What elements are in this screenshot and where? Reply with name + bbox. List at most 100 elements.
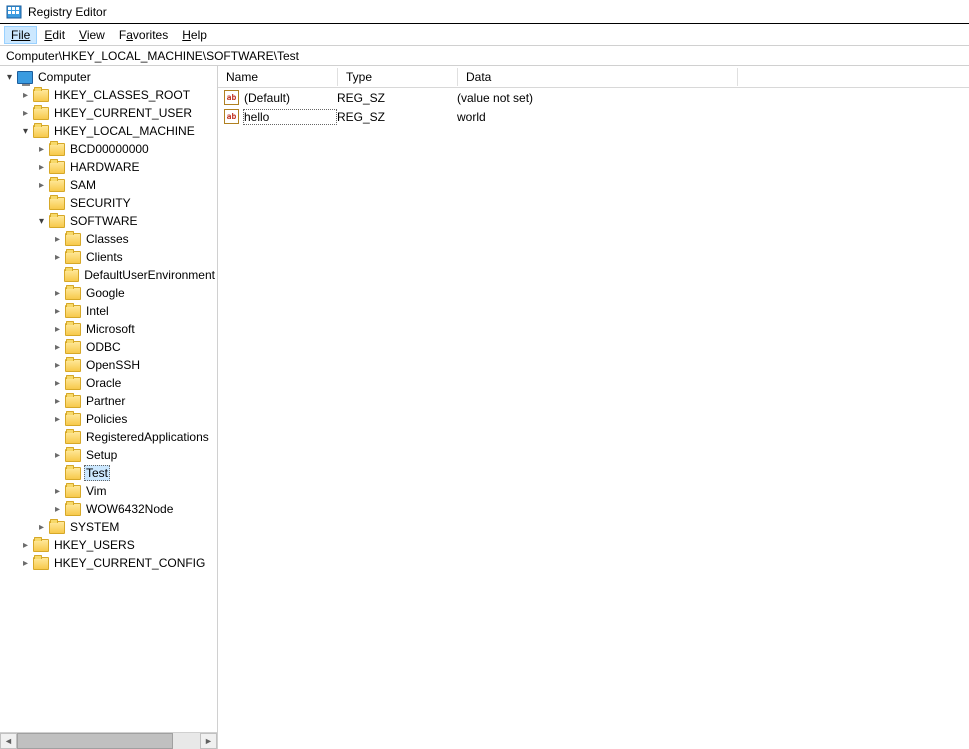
- tree-item-label: BCD00000000: [68, 142, 151, 156]
- folder-icon: [65, 359, 81, 372]
- tree-item[interactable]: HKEY_CURRENT_CONFIG: [0, 554, 217, 572]
- expand-icon[interactable]: [20, 90, 31, 101]
- tree-item[interactable]: Computer: [0, 68, 217, 86]
- string-value-icon: ab: [224, 90, 239, 105]
- tree-item-label: Test: [84, 465, 110, 481]
- expand-icon[interactable]: [52, 450, 63, 461]
- registry-tree[interactable]: Computer HKEY_CLASSES_ROOT HKEY_CURRENT_US…: [0, 66, 217, 732]
- tree-item[interactable]: HKEY_USERS: [0, 536, 217, 554]
- column-header-data[interactable]: Data: [458, 68, 738, 86]
- tree-item[interactable]: WOW6432Node: [0, 500, 217, 518]
- expand-icon[interactable]: [52, 360, 63, 371]
- tree-item[interactable]: HARDWARE: [0, 158, 217, 176]
- value-row[interactable]: abhelloREG_SZworld: [218, 107, 969, 126]
- tree-item[interactable]: HKEY_LOCAL_MACHINE: [0, 122, 217, 140]
- expand-icon[interactable]: [20, 108, 31, 119]
- column-header-name[interactable]: Name: [218, 68, 338, 86]
- expand-icon[interactable]: [52, 342, 63, 353]
- scroll-thumb[interactable]: [17, 733, 173, 749]
- string-value-icon: ab: [224, 109, 239, 124]
- tree-item[interactable]: SECURITY: [0, 194, 217, 212]
- collapse-icon[interactable]: [20, 126, 31, 137]
- tree-item[interactable]: BCD00000000: [0, 140, 217, 158]
- menu-view[interactable]: View: [72, 26, 112, 44]
- tree-item-label: Setup: [84, 448, 119, 462]
- tree-item-label: Intel: [84, 304, 111, 318]
- scroll-right-button[interactable]: ►: [200, 733, 217, 749]
- value-name: hello: [243, 109, 337, 125]
- menu-edit[interactable]: Edit: [37, 26, 72, 44]
- expand-icon[interactable]: [52, 234, 63, 245]
- folder-icon: [64, 269, 80, 282]
- tree-item[interactable]: Setup: [0, 446, 217, 464]
- folder-icon: [65, 323, 81, 336]
- expand-icon[interactable]: [52, 378, 63, 389]
- expand-icon[interactable]: [20, 558, 31, 569]
- expand-icon[interactable]: [52, 324, 63, 335]
- expand-icon[interactable]: [52, 252, 63, 263]
- folder-icon: [65, 503, 81, 516]
- scroll-track[interactable]: [17, 733, 200, 749]
- folder-icon: [49, 179, 65, 192]
- folder-icon: [33, 557, 49, 570]
- expand-icon[interactable]: [52, 414, 63, 425]
- expand-icon[interactable]: [52, 396, 63, 407]
- tree-item[interactable]: Clients: [0, 248, 217, 266]
- collapse-icon[interactable]: [36, 216, 47, 227]
- tree-item[interactable]: SYSTEM: [0, 518, 217, 536]
- tree-item[interactable]: HKEY_CLASSES_ROOT: [0, 86, 217, 104]
- value-row[interactable]: ab(Default)REG_SZ(value not set): [218, 88, 969, 107]
- tree-item[interactable]: Vim: [0, 482, 217, 500]
- tree-item[interactable]: SOFTWARE: [0, 212, 217, 230]
- expand-icon[interactable]: [36, 144, 47, 155]
- tree-item[interactable]: Intel: [0, 302, 217, 320]
- expand-icon[interactable]: [36, 522, 47, 533]
- expand-icon[interactable]: [52, 486, 63, 497]
- tree-item-label: HKEY_USERS: [52, 538, 137, 552]
- tree-item[interactable]: Policies: [0, 410, 217, 428]
- tree-item[interactable]: DefaultUserEnvironment: [0, 266, 217, 284]
- menu-help[interactable]: Help: [175, 26, 214, 44]
- expand-icon[interactable]: [52, 288, 63, 299]
- title-bar: Registry Editor: [0, 0, 969, 24]
- collapse-icon[interactable]: [4, 72, 15, 83]
- folder-icon: [65, 287, 81, 300]
- expand-icon[interactable]: [36, 162, 47, 173]
- values-list[interactable]: ab(Default)REG_SZ(value not set)abhelloR…: [218, 88, 969, 749]
- address-bar[interactable]: Computer\HKEY_LOCAL_MACHINE\SOFTWARE\Tes…: [0, 46, 969, 66]
- value-name: (Default): [243, 91, 337, 105]
- tree-item[interactable]: Partner: [0, 392, 217, 410]
- tree-item-label: SYSTEM: [68, 520, 121, 534]
- folder-icon: [65, 431, 81, 444]
- scroll-left-button[interactable]: ◄: [0, 733, 17, 749]
- expand-icon[interactable]: [52, 504, 63, 515]
- tree-item[interactable]: Test: [0, 464, 217, 482]
- tree-item[interactable]: Microsoft: [0, 320, 217, 338]
- tree-item[interactable]: HKEY_CURRENT_USER: [0, 104, 217, 122]
- tree-item-label: Classes: [84, 232, 131, 246]
- folder-icon: [49, 521, 65, 534]
- tree-item[interactable]: Google: [0, 284, 217, 302]
- tree-item-label: Partner: [84, 394, 127, 408]
- tree-item-label: HKEY_CLASSES_ROOT: [52, 88, 192, 102]
- expand-icon[interactable]: [52, 306, 63, 317]
- expand-icon[interactable]: [36, 180, 47, 191]
- tree-item-label: HARDWARE: [68, 160, 142, 174]
- tree-item[interactable]: Oracle: [0, 374, 217, 392]
- tree-item[interactable]: RegisteredApplications: [0, 428, 217, 446]
- tree-horizontal-scrollbar[interactable]: ◄ ►: [0, 732, 217, 749]
- tree-item[interactable]: ODBC: [0, 338, 217, 356]
- folder-icon: [65, 233, 81, 246]
- value-data: world: [457, 110, 737, 124]
- tree-item[interactable]: SAM: [0, 176, 217, 194]
- column-header-type[interactable]: Type: [338, 68, 458, 86]
- tree-item[interactable]: Classes: [0, 230, 217, 248]
- tree-item-label: Google: [84, 286, 127, 300]
- tree-item[interactable]: OpenSSH: [0, 356, 217, 374]
- folder-icon: [49, 143, 65, 156]
- folder-icon: [65, 377, 81, 390]
- expand-icon[interactable]: [20, 540, 31, 551]
- menu-file[interactable]: File: [4, 26, 37, 44]
- menu-favorites[interactable]: Favorites: [112, 26, 175, 44]
- tree-pane: Computer HKEY_CLASSES_ROOT HKEY_CURRENT_US…: [0, 66, 218, 749]
